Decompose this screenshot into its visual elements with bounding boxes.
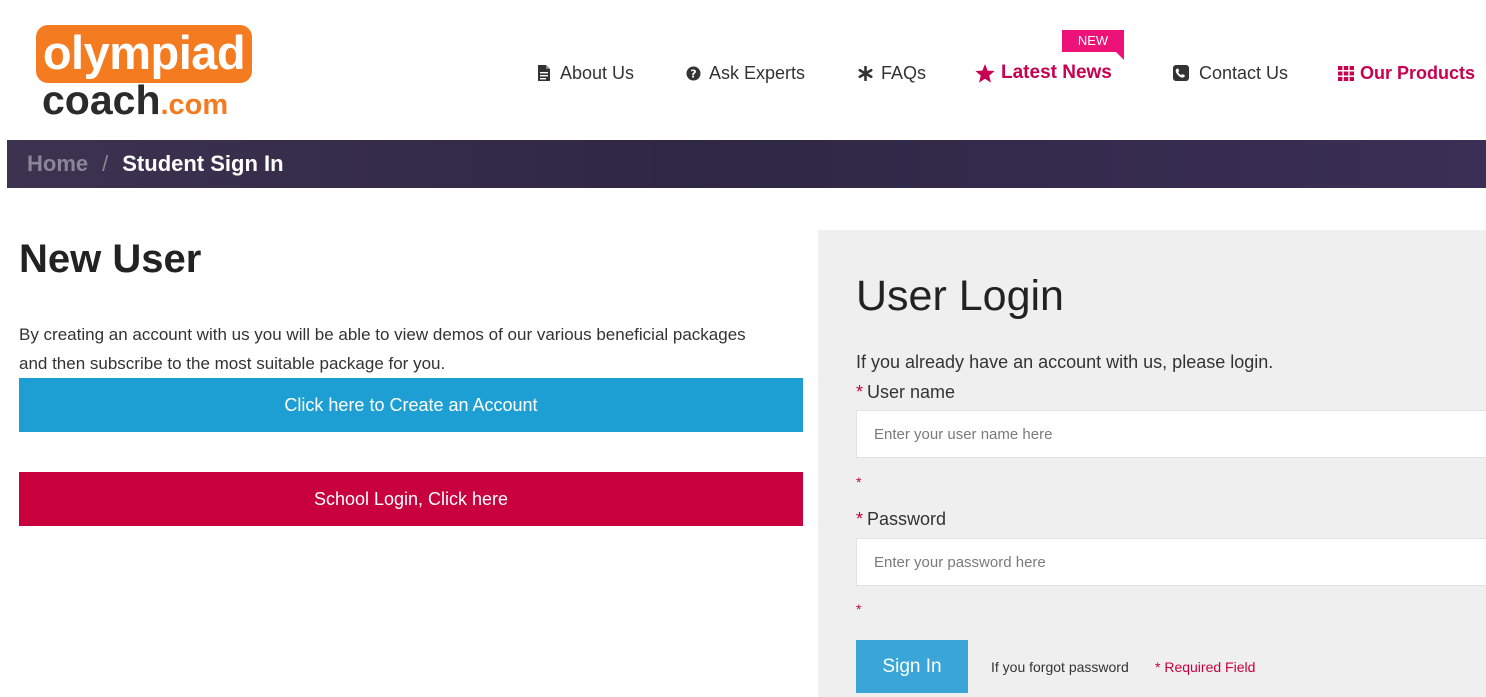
password-error-marker: * xyxy=(856,601,862,617)
new-user-section: New User By creating an account with us … xyxy=(19,232,803,526)
nav-ask-experts-label: Ask Experts xyxy=(709,62,806,83)
nav-our-products[interactable]: Our Products xyxy=(1338,58,1475,88)
breadcrumb-separator: / xyxy=(102,151,109,176)
username-error-marker: * xyxy=(856,474,862,490)
svg-text:?: ? xyxy=(690,67,696,80)
new-user-title: New User xyxy=(19,237,202,281)
breadcrumb-home-link[interactable]: Home xyxy=(27,151,88,177)
school-login-button[interactable]: School Login, Click here xyxy=(19,472,803,526)
document-icon xyxy=(536,65,552,81)
password-label: * Password xyxy=(856,507,946,531)
nav-latest-news[interactable]: Latest News xyxy=(975,58,1112,88)
create-account-button[interactable]: Click here to Create an Account xyxy=(19,378,803,432)
password-input[interactable] xyxy=(856,538,1486,586)
nav-faqs-label: FAQs xyxy=(881,62,927,83)
nav-about-us[interactable]: About Us xyxy=(536,58,634,88)
star-icon xyxy=(975,63,995,83)
nav-contact-us-label: Contact Us xyxy=(1199,62,1289,83)
password-required-marker: * xyxy=(856,509,864,529)
breadcrumb-current: Student Sign In xyxy=(122,151,284,176)
username-input[interactable] xyxy=(856,410,1486,458)
username-label: * User name xyxy=(856,380,955,404)
password-label-text: Password xyxy=(867,509,947,529)
asterisk-icon xyxy=(857,65,873,81)
grid-icon xyxy=(1338,65,1354,81)
required-field-note: * Required Field xyxy=(1155,659,1256,675)
user-login-panel: User Login If you already have an accoun… xyxy=(818,230,1486,697)
nav-contact-us[interactable]: Contact Us xyxy=(1173,58,1288,88)
new-badge: NEW xyxy=(1062,30,1124,60)
username-label-text: User name xyxy=(867,382,956,402)
user-login-title: User Login xyxy=(856,272,1064,320)
site-header: olympiad coach.com NEW About Us ? Ask Ex… xyxy=(0,0,1486,140)
nav-our-products-label: Our Products xyxy=(1360,62,1476,83)
nav-ask-experts[interactable]: ? Ask Experts xyxy=(685,58,805,88)
main-nav: About Us ? Ask Experts FAQs Latest News … xyxy=(0,58,1486,88)
login-intro-text: If you already have an account with us, … xyxy=(856,352,1274,372)
breadcrumb: Home / Student Sign In xyxy=(7,140,1486,188)
logo-suffix: .com xyxy=(160,89,229,121)
nav-faqs[interactable]: FAQs xyxy=(857,58,926,88)
forgot-password-link[interactable]: If you forgot password xyxy=(991,658,1129,676)
question-circle-icon: ? xyxy=(685,65,701,81)
sign-in-button[interactable]: Sign In xyxy=(856,640,968,693)
nav-about-us-label: About Us xyxy=(560,62,635,83)
phone-square-icon xyxy=(1173,65,1189,81)
username-required-marker: * xyxy=(856,382,864,402)
new-user-description: By creating an account with us you will … xyxy=(19,325,746,373)
nav-latest-news-label: Latest News xyxy=(1001,62,1112,83)
